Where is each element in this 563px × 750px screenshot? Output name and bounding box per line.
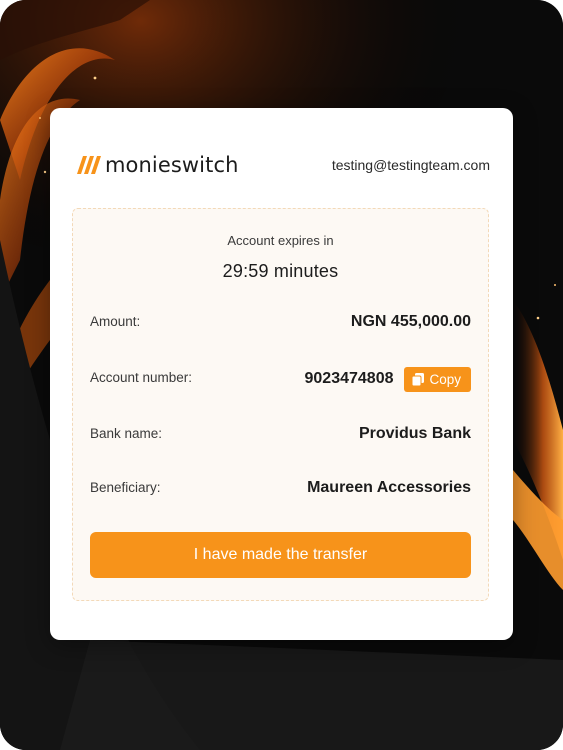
brand-logo: monieswitch [77, 152, 239, 178]
monieswitch-logo-icon [77, 156, 101, 174]
account-number-group: 9023474808 Copy [304, 366, 471, 392]
account-number-label: Account number: [90, 370, 193, 385]
account-email: testing@testingteam.com [331, 157, 490, 173]
bank-name-row: Bank name: Providus Bank [90, 422, 471, 448]
account-number-value: 9023474808 [304, 370, 394, 387]
payment-card: monieswitch testing@testingteam.com Acco… [50, 108, 513, 640]
expires-label: Account expires in [227, 233, 334, 248]
countdown-timer: 29:59 minutes [222, 261, 339, 281]
amount-label: Amount: [90, 314, 141, 329]
brand-name: monieswitch [105, 153, 239, 177]
transfer-details-panel: Account expires in 29:59 minutes Amount:… [72, 208, 489, 601]
bank-name-value: Providus Bank [358, 425, 471, 442]
copy-button-label: Copy [429, 371, 461, 387]
transfer-made-button[interactable]: I have made the transfer [90, 532, 471, 578]
beneficiary-value: Maureen Accessories [307, 479, 471, 496]
copy-icon [412, 372, 425, 386]
account-number-row: Account number: 9023474808 Copy [90, 366, 471, 392]
beneficiary-label: Beneficiary: [90, 480, 161, 495]
copy-button[interactable]: Copy [404, 366, 471, 392]
amount-row: Amount: NGN 455,000.00 [90, 310, 471, 336]
bank-name-label: Bank name: [90, 426, 163, 441]
amount-value: NGN 455,000.00 [350, 313, 471, 330]
beneficiary-row: Beneficiary: Maureen Accessories [90, 476, 471, 502]
